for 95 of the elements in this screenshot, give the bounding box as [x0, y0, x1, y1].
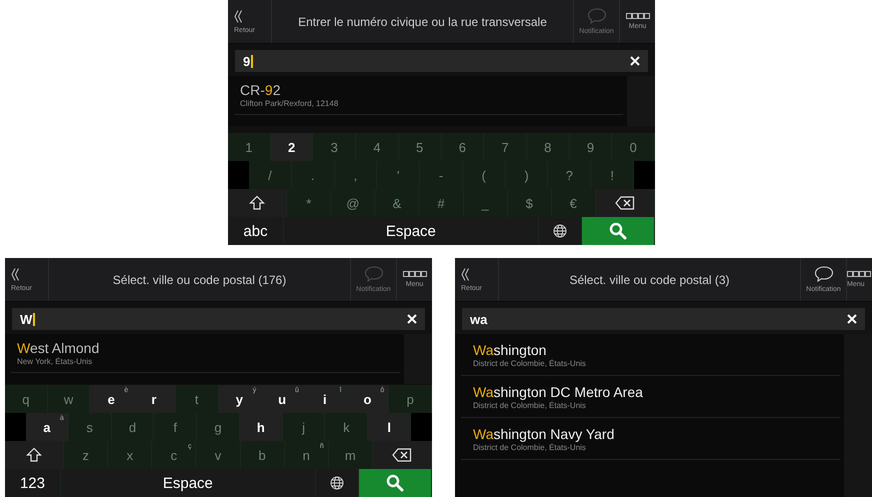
result-title: Washington DC Metro Area [473, 384, 644, 400]
shift-icon [249, 195, 266, 211]
shift-key[interactable] [5, 441, 64, 469]
keyboard-key[interactable]: k [325, 413, 368, 441]
keyboard-key[interactable]: 9 [570, 133, 612, 161]
keyboard-key[interactable]: ' [377, 161, 420, 189]
backspace-key[interactable] [372, 441, 432, 469]
keyboard-key[interactable]: g [197, 413, 240, 441]
search-button[interactable] [582, 217, 655, 245]
keyboard-key[interactable]: ! [591, 161, 634, 189]
keyboard-key[interactable]: b [240, 441, 285, 469]
speech-bubble-icon [586, 8, 606, 24]
keyboard-key[interactable]: / [249, 161, 292, 189]
search-field[interactable]: 9 [235, 50, 648, 72]
globe-icon [552, 224, 567, 238]
backspace-key[interactable] [596, 189, 655, 217]
close-icon[interactable] [847, 314, 857, 324]
keyboard-key[interactable]: ( [462, 161, 506, 189]
keyboard-key[interactable]: p [389, 385, 432, 413]
keyboard-key[interactable]: . [292, 161, 335, 189]
menu-icon [626, 13, 650, 19]
back-icon [11, 268, 19, 280]
space-key[interactable]: Espace [284, 217, 539, 245]
space-key[interactable]: Espace [60, 469, 316, 497]
result-title: Washington Navy Yard [473, 426, 616, 442]
result-subtitle: District de Colombie, États-Unis [473, 401, 587, 410]
globe-key[interactable] [316, 469, 360, 497]
keyboard-key[interactable]: 0 [612, 133, 655, 161]
keyboard-key[interactable]: d [112, 413, 154, 441]
keyboard-key[interactable]: 1 [228, 133, 271, 161]
keyboard-key[interactable]: 8 [526, 133, 570, 161]
result-title: CR-92 [240, 82, 282, 98]
keyboard-key[interactable]: 4 [356, 133, 399, 161]
keyboard-key[interactable]: ) [506, 161, 548, 189]
close-icon[interactable] [407, 314, 417, 324]
result-subtitle: Clifton Park/Rexford, 12148 [240, 99, 340, 108]
speech-bubble-icon [364, 266, 384, 282]
back-icon [234, 10, 242, 22]
keyboard-key[interactable]: _ [464, 189, 508, 217]
search-field[interactable]: wa [462, 308, 865, 330]
result-subtitle: New York, États-Unis [17, 357, 94, 366]
menu-icon [402, 271, 426, 277]
screen-title: Sélect. ville ou code postal (3) [568, 272, 731, 288]
keyboard-key[interactable]: - [420, 161, 463, 189]
keyboard-key[interactable]: t [176, 385, 219, 413]
keyboard-key[interactable]: x [108, 441, 152, 469]
shift-icon [26, 447, 42, 463]
keyboard-key[interactable]: l [368, 413, 412, 441]
keyboard-key[interactable]: s [68, 413, 112, 441]
close-icon[interactable] [630, 56, 640, 66]
screen-title: Sélect. ville ou code postal (176) [112, 272, 288, 288]
result-item[interactable]: Washington Navy Yard District de Colombie, États-Unis [461, 418, 840, 460]
keyboard-key[interactable]: 6 [442, 133, 484, 161]
keyboard-key[interactable]: # [419, 189, 464, 217]
shift-key[interactable] [228, 189, 288, 217]
keyboard-key[interactable]: m [328, 441, 373, 469]
keyboard-key[interactable]: r [133, 385, 176, 413]
keyboard-key[interactable]: 2 [270, 133, 314, 161]
backspace-icon [614, 196, 635, 210]
search-field[interactable]: W [12, 308, 425, 330]
keyboard-key[interactable]: v [196, 441, 241, 469]
keyboard-key[interactable]: & [375, 189, 420, 217]
mode-key[interactable]: abc [228, 217, 284, 245]
keyboard-key[interactable]: 5 [398, 133, 442, 161]
speech-bubble-icon [814, 266, 834, 282]
keyboard-key[interactable]: ? [548, 161, 592, 189]
keyboard-key[interactable]: $ [508, 189, 552, 217]
result-subtitle: District de Colombie, États-Unis [473, 443, 587, 452]
back-icon [461, 268, 469, 280]
keyboard-key[interactable]: h [240, 413, 283, 441]
keyboard-key[interactable]: q [5, 385, 48, 413]
result-title: West Almond [17, 340, 100, 356]
keyboard-key[interactable]: z [64, 441, 108, 469]
keyboard-key[interactable]: 3 [313, 133, 356, 161]
keyboard-key[interactable]: j [282, 413, 326, 441]
result-title: Washington [473, 342, 548, 358]
result-item[interactable]: Washington District de Colombie, États-Unis [461, 334, 840, 376]
keyboard-key[interactable]: * [287, 189, 332, 217]
keyboard-key[interactable]: 7 [484, 133, 527, 161]
backspace-icon [392, 448, 412, 462]
menu-icon [847, 271, 871, 277]
keyboard-key[interactable]: @ [331, 189, 376, 217]
keyboard-key[interactable]: , [334, 161, 378, 189]
globe-key[interactable] [538, 217, 582, 245]
screen-title: Entrer le numéro civique ou la rue transversale [297, 14, 548, 30]
mode-key[interactable]: 123 [5, 469, 61, 497]
search-icon [386, 474, 404, 492]
keyboard-key[interactable]: f [154, 413, 198, 441]
globe-icon [330, 476, 344, 490]
keyboard-key[interactable]: € [552, 189, 596, 217]
result-item[interactable]: Washington DC Metro Area District de Colombie, États-Unis [461, 376, 840, 418]
keyboard-key[interactable]: w [48, 385, 90, 413]
result-subtitle: District de Colombie, États-Unis [473, 359, 587, 368]
search-button[interactable] [359, 469, 432, 497]
search-icon [609, 222, 628, 240]
